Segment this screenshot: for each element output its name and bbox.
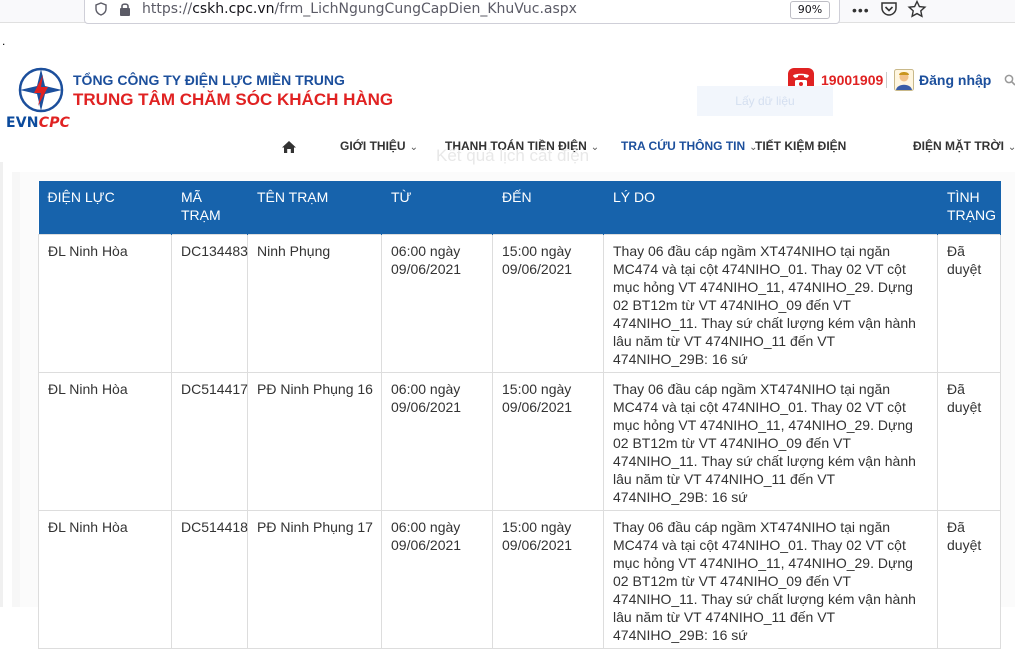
cell-ma-tram: DC134483 bbox=[171, 234, 248, 373]
star-icon[interactable] bbox=[907, 0, 927, 18]
nav-item-tiet-kiem[interactable]: TIẾT KIỆM ĐIỆN bbox=[755, 139, 846, 153]
site-title: TRUNG TÂM CHĂM SÓC KHÁCH HÀNG bbox=[73, 90, 394, 109]
login-link[interactable]: Đăng nhập bbox=[919, 72, 991, 88]
column-header: TÊN TRẠM bbox=[247, 181, 382, 235]
shield-icon[interactable] bbox=[94, 2, 108, 16]
stray-dot: . bbox=[2, 34, 6, 48]
cell-tinh-trang: Đã duyệt bbox=[937, 372, 1001, 511]
evn-logo-icon[interactable] bbox=[17, 66, 65, 114]
column-header: TỪ bbox=[381, 181, 493, 235]
cell-tu: 06:00 ngày 09/06/2021 bbox=[381, 510, 493, 649]
cell-ly-do: Thay 06 đầu cáp ngầm XT474NIHO tại ngăn … bbox=[603, 510, 938, 649]
nav-item-tra-cuu[interactable]: TRA CỨU THÔNG TIN ⌄ bbox=[621, 139, 758, 153]
cell-ly-do: Thay 06 đầu cáp ngầm XT474NIHO tại ngăn … bbox=[603, 372, 938, 511]
header-divider bbox=[886, 72, 887, 88]
cell-tu: 06:00 ngày 09/06/2021 bbox=[381, 234, 493, 373]
cell-tinh-trang: Đã duyệt bbox=[937, 234, 1001, 373]
more-actions-icon[interactable]: ••• bbox=[852, 3, 870, 17]
column-header: ĐẾN bbox=[492, 181, 604, 235]
column-header: TÌNH TRẠNG bbox=[937, 181, 1001, 235]
cell-dien-luc: ĐL Ninh Hòa bbox=[38, 234, 172, 373]
cell-den: 15:00 ngày 09/06/2021 bbox=[492, 510, 604, 649]
logo-wordmark[interactable]: EVNCPC bbox=[6, 115, 70, 131]
user-avatar-icon[interactable] bbox=[894, 69, 914, 91]
cell-tinh-trang: Đã duyệt bbox=[937, 510, 1001, 649]
zoom-level-badge[interactable]: 90% bbox=[790, 1, 830, 19]
cell-ma-tram: DC514417 bbox=[171, 372, 248, 511]
scrollbar[interactable] bbox=[0, 162, 3, 607]
column-header: ĐIỆN LỰC bbox=[38, 181, 172, 235]
nav-item-dien-mat-troi[interactable]: ĐIỆN MẶT TRỜI ⌄ bbox=[913, 139, 1015, 153]
table-row: ĐL Ninh Hòa DC514418 PĐ Ninh Phụng 17 06… bbox=[38, 510, 1001, 649]
table-row: ĐL Ninh Hòa DC134483 Ninh Phụng 06:00 ng… bbox=[38, 234, 1001, 373]
chevron-down-icon: ⌄ bbox=[590, 142, 600, 153]
fetch-data-button[interactable]: Lấy dữ liệu bbox=[697, 86, 833, 116]
cell-tu: 06:00 ngày 09/06/2021 bbox=[381, 372, 493, 511]
cell-den: 15:00 ngày 09/06/2021 bbox=[492, 372, 604, 511]
url-text[interactable]: https://cskh.cpc.vn/frm_LichNgungCungCap… bbox=[142, 1, 577, 17]
chevron-down-icon: ⌄ bbox=[409, 142, 418, 153]
chevron-down-icon: ⌄ bbox=[1007, 142, 1015, 153]
pocket-icon[interactable] bbox=[880, 0, 898, 18]
outage-schedule-table: ĐIỆN LỰC MÃ TRẠM TÊN TRẠM TỪ ĐẾN LÝ DO T… bbox=[38, 181, 1001, 649]
cell-dien-luc: ĐL Ninh Hòa bbox=[38, 510, 172, 649]
column-header: MÃ TRẠM bbox=[171, 181, 248, 235]
search-icon[interactable] bbox=[1004, 74, 1015, 86]
nav-item-gioi-thieu[interactable]: GIỚI THIỆU ⌄ bbox=[340, 139, 418, 153]
cell-ma-tram: DC514418 bbox=[171, 510, 248, 649]
cell-den: 15:00 ngày 09/06/2021 bbox=[492, 234, 604, 373]
column-header: LÝ DO bbox=[603, 181, 938, 235]
home-icon[interactable] bbox=[281, 140, 297, 154]
results-heading: Kết quả lịch cắt điện bbox=[436, 146, 590, 165]
cell-ly-do: Thay 06 đầu cáp ngầm XT474NIHO tại ngăn … bbox=[603, 234, 938, 373]
cell-ten-tram: PĐ Ninh Phụng 16 bbox=[247, 372, 382, 511]
cell-ten-tram: PĐ Ninh Phụng 17 bbox=[247, 510, 382, 649]
cell-dien-luc: ĐL Ninh Hòa bbox=[38, 372, 172, 511]
table-row: ĐL Ninh Hòa DC514417 PĐ Ninh Phụng 16 06… bbox=[38, 372, 1001, 511]
organization-name: TỔNG CÔNG TY ĐIỆN LỰC MIỀN TRUNG bbox=[73, 72, 345, 88]
lock-icon[interactable] bbox=[118, 2, 132, 17]
cell-ten-tram: Ninh Phụng bbox=[247, 234, 382, 373]
table-header-row: ĐIỆN LỰC MÃ TRẠM TÊN TRẠM TỪ ĐẾN LÝ DO T… bbox=[38, 181, 1001, 235]
